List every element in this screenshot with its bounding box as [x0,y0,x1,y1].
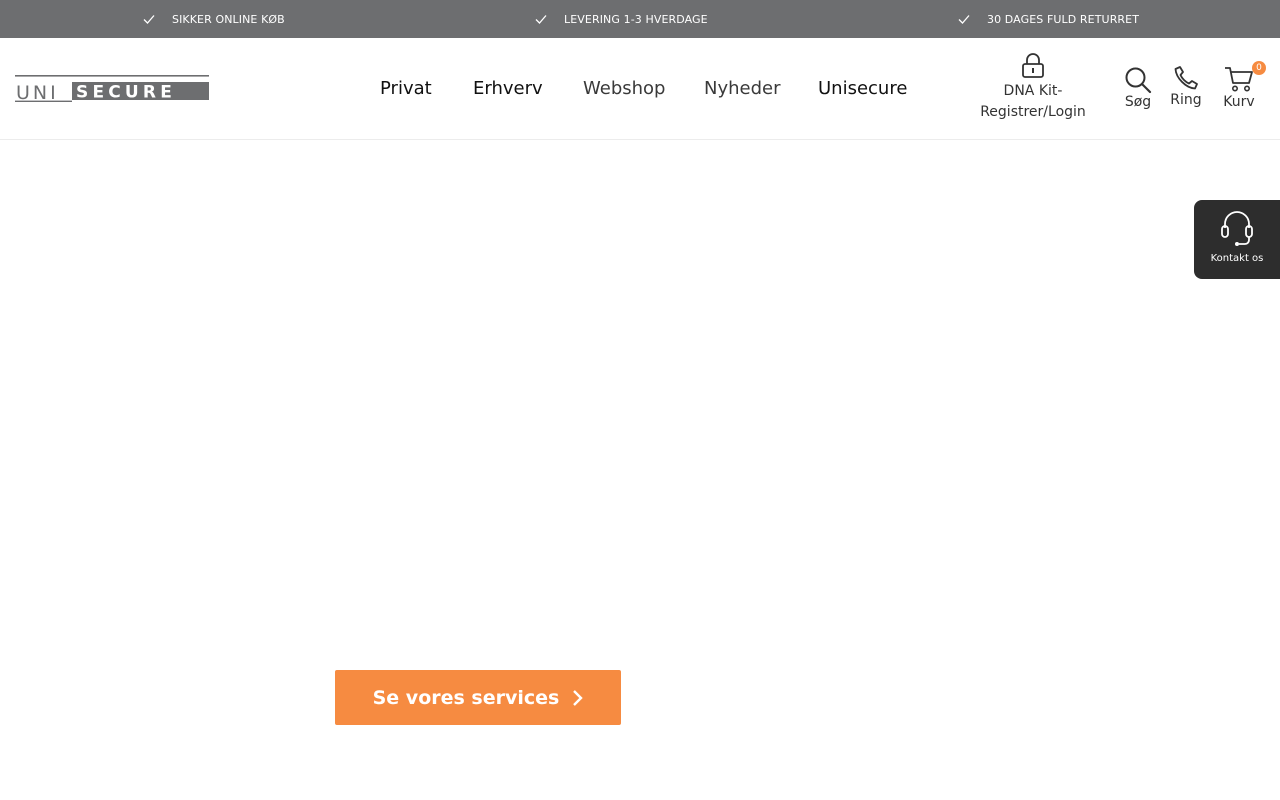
see-services-button[interactable]: Se vores services [335,670,621,725]
cart-button[interactable]: 0 Kurv [1218,61,1266,110]
phone-button[interactable]: Ring [1168,64,1204,108]
usp-label: LEVERING 1-3 HVERDAGE [564,12,708,26]
cart-label: Kurv [1223,94,1255,110]
usp-item: 30 DAGES FULD RETURRET [957,0,1139,38]
phone-icon [1174,66,1198,90]
unisecure-logo[interactable]: UNI SECURE [15,74,209,103]
see-services-label: Se vores services [372,686,560,709]
chevron-right-icon [573,689,584,706]
check-icon [535,15,547,24]
usp-bar: SIKKER ONLINE KØB LEVERING 1-3 HVERDAGE … [0,0,1280,38]
search-label: Søg [1124,94,1152,110]
usp-label: SIKKER ONLINE KØB [172,12,285,26]
nav-webshop[interactable]: Webshop [583,38,665,138]
search-button[interactable]: Søg [1120,66,1156,110]
cart-count-badge: 0 [1252,61,1266,75]
nav-privat[interactable]: Privat [380,38,432,138]
cart-icon [1225,67,1253,92]
nav-unisecure[interactable]: Unisecure [818,38,907,138]
svg-text:SECURE: SECURE [76,83,176,103]
lock-icon [1022,53,1044,78]
dna-login-line2: Registrer/Login [980,104,1086,120]
site-header: UNI SECURE Privat Erhverv Webshop Nyhede… [0,38,1280,140]
check-icon [143,15,155,24]
dna-login-line1: DNA Kit- [1003,83,1063,99]
contact-widget[interactable]: Kontakt os [1194,200,1280,279]
nav-nyheder[interactable]: Nyheder [704,38,781,138]
usp-label: 30 DAGES FULD RETURRET [987,12,1140,26]
usp-item: SIKKER ONLINE KØB [142,0,285,38]
nav-erhverv[interactable]: Erhverv [473,38,543,138]
check-icon [958,15,970,24]
headset-icon [1221,211,1253,246]
svg-text:UNI: UNI [16,82,59,103]
search-icon [1125,67,1152,94]
cart-icon-wrap: 0 [1224,61,1266,94]
usp-item: LEVERING 1-3 HVERDAGE [534,0,708,38]
phone-label: Ring [1170,92,1202,108]
dna-login-link[interactable]: DNA Kit- Registrer/Login [978,52,1088,123]
contact-label: Kontakt os [1210,253,1264,264]
